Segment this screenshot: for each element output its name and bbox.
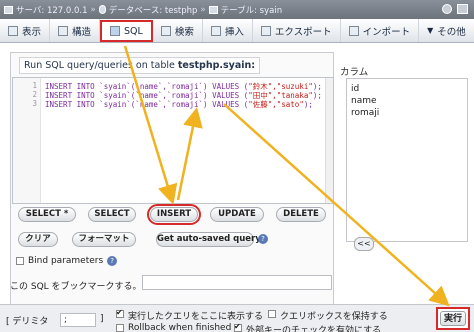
tab-label: エクスポート [274,26,332,38]
tab-label: 検索 [174,26,194,38]
delete-button[interactable]: DELETE [276,207,326,222]
code-end: ); [303,100,313,109]
bind-parameters-row: Bind parameters ? [16,256,118,266]
update-button[interactable]: UPDATE [210,207,264,222]
run-button[interactable]: 実行 [440,311,466,326]
columns-title: カラム [340,67,369,78]
delimiter-input[interactable]: ; [60,313,96,327]
database-icon [98,5,106,14]
editor-scrollbar[interactable] [325,78,333,203]
tab-browse[interactable]: 表示 [0,19,51,42]
breadcrumb-database[interactable]: データベース: testphp [109,4,198,16]
foreign-key-check-checkbox[interactable] [234,322,242,332]
insert-button[interactable]: INSERT [147,204,201,225]
columns-list[interactable]: id name romaji [346,78,468,242]
code-end: ); [312,91,322,100]
column-item[interactable]: id [351,83,463,95]
gear-icon[interactable] [442,4,452,14]
breadcrumb-separator: » [90,4,96,15]
tab-import[interactable]: インポート [341,19,420,42]
get-auto-saved-query-button[interactable]: Get auto-saved query [156,232,261,247]
column-item[interactable]: name [351,95,463,107]
insert-icon [210,25,221,36]
rollback-checkbox[interactable] [116,324,124,332]
column-item[interactable]: romaji [351,107,463,119]
sql-editor[interactable]: 1 INSERT INTO `syain`(`name`,`romaji`) V… [12,77,334,204]
tab-label: インポート [362,26,411,38]
sql-icon [110,26,121,36]
delimiter-label: [ デリミタ [6,317,49,327]
insert-column-button[interactable]: << [354,237,374,251]
tab-label: 表示 [22,26,42,38]
clear-button[interactable]: クリア [18,232,58,247]
show-query-checkbox[interactable] [116,308,124,318]
bind-parameters-label: Bind parameters [28,256,104,266]
tab-bar: 表示 構造 SQL 検索 挿入 エクスポート インポート ▼ その他 [0,19,474,43]
show-query-label: 実行したクエリをここに表示する [128,312,264,322]
tab-label: 構造 [72,26,92,38]
line-number: 2 [32,90,37,99]
keep-query-box-checkbox[interactable] [268,310,276,318]
tab-sql[interactable]: SQL [100,20,153,42]
query-title-table: testphp.syain: [177,60,256,71]
run-button-highlight: 実行 [436,307,470,330]
tab-label: その他 [437,26,466,38]
tab-export[interactable]: エクスポート [253,19,341,42]
import-icon [348,25,359,36]
structure-icon [58,25,69,36]
table-icon [208,5,218,14]
help-icon[interactable]: ? [258,234,268,244]
line-number: 1 [32,81,37,90]
chevron-down-icon: ▼ [427,26,434,35]
breadcrumb-server[interactable]: サーバ: 127.0.0.1 [16,4,88,16]
format-button[interactable]: フォーマット [72,232,136,247]
breadcrumb-table[interactable]: テーブル: syain [221,4,282,16]
help-icon[interactable]: ? [107,256,118,266]
bookmark-input[interactable] [142,275,332,290]
tab-label: SQL [124,25,143,37]
code-values: "佐藤","sato" [248,100,304,109]
tab-search[interactable]: 検索 [153,19,203,42]
browse-icon [8,25,18,36]
line-number: 3 [32,99,37,108]
tab-insert[interactable]: 挿入 [203,19,253,42]
breadcrumb-separator: » [200,4,206,15]
collapse-icon[interactable] [457,4,468,14]
export-icon [260,25,271,36]
query-panel-title: Run SQL query/queries on table testphp.s… [19,57,261,74]
rollback-label: Rollback when finished [128,323,232,332]
bind-parameters-checkbox[interactable] [16,257,24,265]
server-icon [4,5,13,14]
foreign-key-check-label: 外部キーのチェックを有効にする [246,326,382,332]
delimiter-close: ] [100,314,104,324]
tab-structure[interactable]: 構造 [50,19,101,42]
tab-label: 挿入 [224,26,244,38]
code-text: INSERT INTO `syain`(`name`,`romaji`) VAL… [45,100,249,109]
query-title-prefix: Run SQL query/queries on table [24,60,178,71]
search-icon [160,25,171,36]
bookmark-label: この SQL をブックマークする。 [10,282,142,292]
line-code: INSERT INTO `syain`(`name`,`romaji`) VAL… [45,99,313,110]
footer-options: [ デリミタ ; ] 実行したクエリをここに表示する クエリボックスを保持する … [0,304,474,332]
keep-query-box-label: クエリボックスを保持する [280,312,388,322]
tab-more[interactable]: ▼ その他 [419,19,474,42]
breadcrumb: サーバ: 127.0.0.1 » データベース: testphp » テーブル:… [0,0,474,19]
select-all-button[interactable]: SELECT * [18,207,76,222]
select-button[interactable]: SELECT [88,207,136,222]
